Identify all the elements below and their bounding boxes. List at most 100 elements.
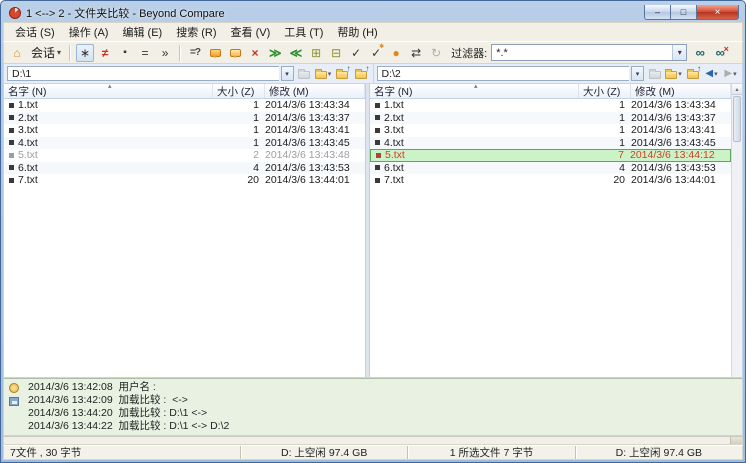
menu-item[interactable]: 操作 (A) — [62, 22, 116, 42]
file-size: 20 — [221, 174, 265, 186]
left-parent-folder-button[interactable]: ↑ — [334, 66, 351, 82]
table-row[interactable]: 7.txt 20 2014/3/6 13:44:01 — [370, 174, 731, 187]
file-icon — [9, 103, 14, 108]
app-icon — [9, 7, 21, 19]
table-row[interactable]: 5.txt 7 2014/3/6 13:44:12 — [370, 149, 731, 162]
maximize-icon: □ — [681, 7, 686, 17]
save-log-icon[interactable] — [9, 397, 19, 406]
left-path-input[interactable]: D:\1 — [7, 66, 279, 81]
left-browse-folder-button[interactable]: ▾ — [315, 66, 332, 82]
delete-x-icon: × — [252, 46, 259, 60]
menu-item[interactable]: 编辑 (E) — [115, 22, 169, 42]
file-icon — [9, 115, 14, 120]
file-size: 1 — [587, 137, 631, 149]
menu-item[interactable]: 搜索 (R) — [169, 22, 223, 42]
table-row[interactable]: 2.txt 1 2014/3/6 13:43:37 — [370, 112, 731, 125]
view-same-button[interactable]: = — [136, 44, 154, 62]
column-header-name[interactable]: 名字 (N) ▴ — [370, 84, 579, 98]
table-row[interactable]: 5.txt 2 2014/3/6 13:43:48 — [4, 149, 365, 162]
right-path-input[interactable]: D:\2 — [377, 66, 630, 81]
resize-grip[interactable] — [730, 437, 742, 444]
file-name: 7.txt — [18, 174, 221, 186]
chevron-down-icon[interactable]: ▾ — [672, 45, 686, 60]
glasses-icon: ∞ — [696, 45, 705, 60]
window-controls: – □ × — [644, 5, 739, 20]
left-open-folder-button[interactable]: ↑ — [353, 66, 370, 82]
show-filters-button[interactable]: ∞ — [691, 44, 709, 62]
table-row[interactable]: 1.txt 1 2014/3/6 13:43:34 — [4, 99, 365, 112]
arrows-left-icon: ≪ — [290, 46, 303, 60]
column-header-size[interactable]: 大小 (Z) — [213, 84, 265, 98]
disable-filters-button[interactable]: ∞× — [711, 44, 729, 62]
refresh-button[interactable]: ↻ — [427, 44, 445, 62]
maximize-button[interactable]: □ — [671, 5, 697, 20]
vertical-scrollbar[interactable]: ▴ — [731, 84, 742, 377]
compare-contents-button[interactable]: =? — [186, 44, 204, 62]
sync-button[interactable] — [206, 44, 224, 62]
file-size: 20 — [587, 174, 631, 186]
session-menu-button[interactable]: 会话 ▾ — [28, 44, 64, 62]
table-row[interactable]: 4.txt 1 2014/3/6 13:43:45 — [370, 137, 731, 150]
file-size: 1 — [587, 112, 631, 124]
table-row[interactable]: 4.txt 1 2014/3/6 13:43:45 — [4, 137, 365, 150]
arrows-right-icon: ≫ — [269, 46, 282, 60]
delete-button[interactable]: × — [246, 44, 264, 62]
table-row[interactable]: 6.txt 4 2014/3/6 13:43:53 — [370, 162, 731, 175]
folder-icon — [298, 71, 310, 79]
close-button[interactable]: × — [697, 5, 739, 20]
expand-all-button[interactable]: ⊞ — [307, 44, 325, 62]
app-window: 1 <--> 2 - 文件夹比较 - Beyond Compare – □ × … — [0, 0, 746, 463]
log-gutter — [4, 381, 24, 433]
home-button[interactable]: ⌂ — [8, 44, 26, 62]
file-modified: 2014/3/6 13:43:53 — [265, 162, 363, 174]
menu-item[interactable]: 查看 (V) — [224, 22, 278, 42]
table-row[interactable]: 6.txt 4 2014/3/6 13:43:53 — [4, 162, 365, 175]
sort-ascending-icon: ▴ — [474, 84, 478, 90]
sync-browse-button[interactable] — [226, 44, 244, 62]
horizontal-scroll-strip[interactable] — [3, 436, 743, 445]
minimize-button[interactable]: – — [644, 5, 671, 20]
column-header-size[interactable]: 大小 (Z) — [579, 84, 631, 98]
column-header-modified[interactable]: 修改 (M) — [265, 84, 365, 98]
copy-to-left-button[interactable]: ≪ — [287, 44, 306, 62]
menu-item[interactable]: 会话 (S) — [8, 22, 62, 42]
swap-sides-button[interactable]: ⇄ — [407, 44, 425, 62]
file-modified: 2014/3/6 13:43:41 — [265, 124, 363, 136]
view-minor-button[interactable]: ▪ — [116, 44, 134, 62]
rules-button[interactable]: ● — [387, 44, 405, 62]
table-row[interactable]: 3.txt 1 2014/3/6 13:43:41 — [4, 124, 365, 137]
select-files-button[interactable]: ✓ — [347, 44, 365, 62]
file-name: 4.txt — [384, 137, 587, 149]
toolbar-overflow-button[interactable]: » — [156, 44, 174, 62]
menu-item[interactable]: 工具 (T) — [277, 22, 330, 42]
file-size: 4 — [587, 162, 631, 174]
table-row[interactable]: 3.txt 1 2014/3/6 13:43:41 — [370, 124, 731, 137]
filter-combobox[interactable]: *.* ▾ — [491, 44, 687, 61]
log-clock-icon[interactable] — [9, 383, 19, 393]
toolbar: ⌂ 会话 ▾ ∗ ≠ ▪ = » =? × ≫ ≪ ⊞ ⊟ ✓ ✓ ● ⇄ ↻ … — [3, 41, 743, 64]
home-icon: ⌂ — [13, 46, 20, 60]
table-row[interactable]: 7.txt 20 2014/3/6 13:44:01 — [4, 174, 365, 187]
view-all-button[interactable]: ∗ — [76, 44, 94, 62]
chevron-down-icon: ▾ — [714, 70, 718, 78]
folder-icon — [665, 71, 677, 79]
select-all-button[interactable]: ✓ — [367, 44, 385, 62]
back-button[interactable]: ◀▾ — [703, 66, 720, 82]
right-parent-folder-button[interactable]: ↑ — [684, 66, 701, 82]
collapse-all-button[interactable]: ⊟ — [327, 44, 345, 62]
copy-to-right-button[interactable]: ≫ — [266, 44, 285, 62]
table-row[interactable]: 1.txt 1 2014/3/6 13:43:34 — [370, 99, 731, 112]
table-row[interactable]: 2.txt 1 2014/3/6 13:43:37 — [4, 112, 365, 125]
left-path-history-button[interactable]: ▾ — [281, 66, 294, 81]
status-selection: 1 所选文件 7 字节 — [408, 446, 575, 459]
right-path-history-button[interactable]: ▾ — [631, 66, 644, 81]
right-browse-folder-button[interactable]: ▾ — [665, 66, 682, 82]
forward-button[interactable]: ▶▾ — [722, 66, 739, 82]
column-header-name[interactable]: 名字 (N) ▴ — [4, 84, 213, 98]
view-diffs-button[interactable]: ≠ — [96, 44, 114, 62]
column-header-modified[interactable]: 修改 (M) — [631, 84, 731, 98]
scrollbar-thumb[interactable] — [733, 96, 741, 142]
menu-item[interactable]: 帮助 (H) — [330, 22, 384, 42]
scroll-up-button[interactable]: ▴ — [732, 84, 742, 95]
log-panel: 2014/3/6 13:42:08 用户名 :2014/3/6 13:42:09… — [3, 378, 743, 436]
